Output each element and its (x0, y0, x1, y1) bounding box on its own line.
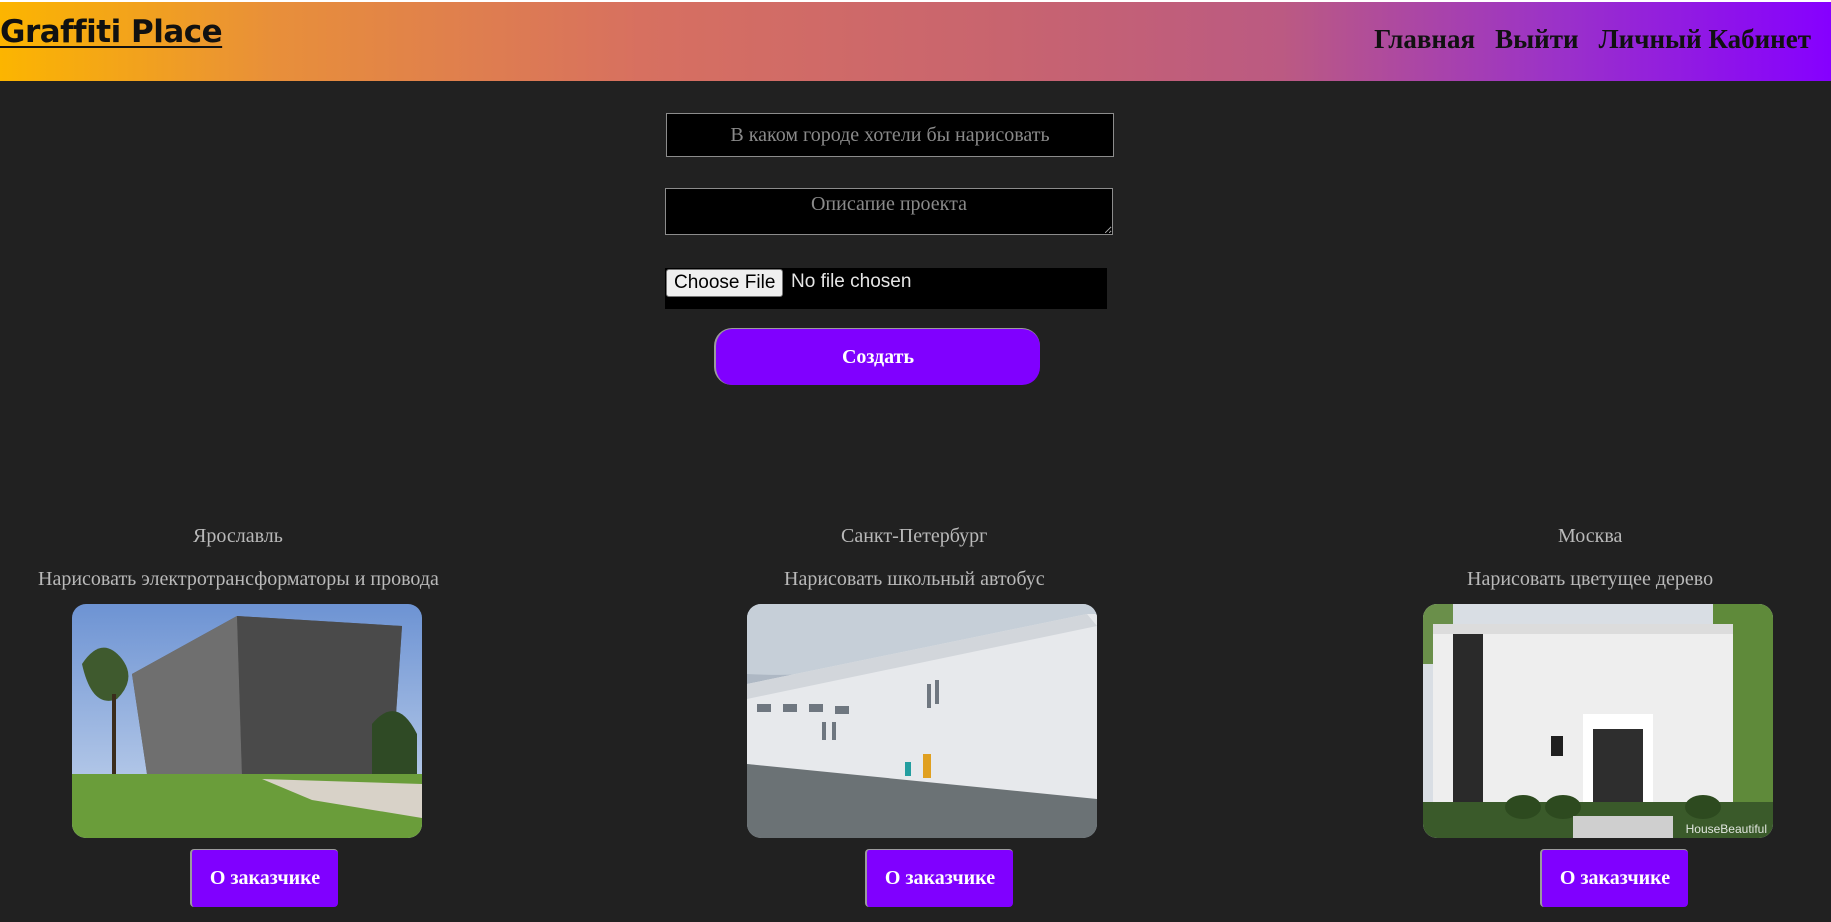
main-content: Choose File No file chosen Создать Яросл… (0, 81, 1831, 922)
about-customer-button[interactable]: О заказчике (1540, 849, 1688, 907)
card-description: Нарисовать цветущее дерево (1467, 568, 1714, 590)
site-logo[interactable]: Graffiti Place (0, 14, 223, 50)
about-customer-button[interactable]: О заказчике (865, 849, 1013, 907)
about-customer-button[interactable]: О заказчике (190, 849, 338, 907)
card-image: HouseBeautiful (1423, 604, 1773, 838)
image-watermark: HouseBeautiful (1685, 822, 1767, 836)
nav-logout-link[interactable]: Выйти (1495, 24, 1578, 55)
card-description: Нарисовать электротрансформаторы и прово… (38, 568, 439, 590)
nav-account-link[interactable]: Личный Кабинет (1599, 24, 1811, 55)
create-button[interactable]: Создать (714, 328, 1040, 385)
file-status-text: No file chosen (791, 271, 912, 292)
card-image (72, 604, 422, 838)
main-nav: Главная Выйти Личный Кабинет (1374, 24, 1811, 55)
file-upload-field[interactable]: Choose File No file chosen (665, 268, 1107, 309)
nav-home-link[interactable]: Главная (1374, 24, 1475, 55)
header-top-line (0, 0, 1831, 2)
city-input[interactable] (666, 113, 1114, 157)
choose-file-button[interactable]: Choose File (666, 269, 784, 297)
card-city: Ярославль (193, 525, 283, 547)
card-image (747, 604, 1097, 838)
card-city: Санкт-Петербург (841, 525, 988, 547)
page: Graffiti Place Главная Выйти Личный Каби… (0, 0, 1831, 922)
project-description-field[interactable] (665, 188, 1113, 235)
card-city: Москва (1558, 525, 1623, 547)
site-header: Graffiti Place Главная Выйти Личный Каби… (0, 0, 1831, 81)
card-description: Нарисовать школьный автобус (784, 568, 1045, 590)
